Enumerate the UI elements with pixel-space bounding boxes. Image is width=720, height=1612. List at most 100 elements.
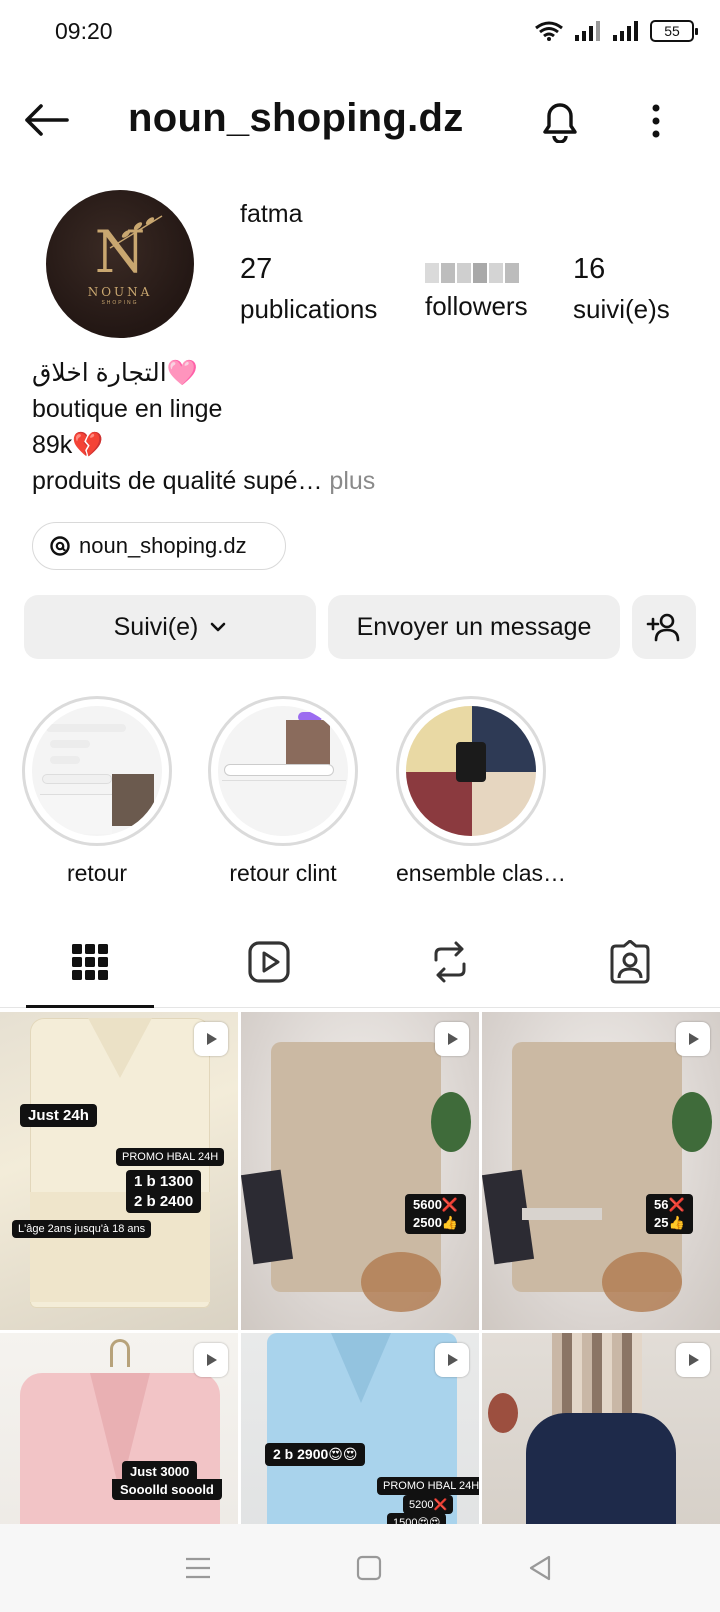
more-options-button[interactable] bbox=[636, 96, 676, 146]
highlight-ring bbox=[22, 696, 172, 846]
signal-icon-2 bbox=[613, 21, 638, 41]
posts-grid: Just 24h PROMO HBAL 24H 1 b 1300 2 b 240… bbox=[0, 1012, 720, 1524]
following-count: 16 bbox=[573, 253, 606, 285]
avatar[interactable]: N NOUNA SHOPING bbox=[46, 190, 194, 338]
reel-badge bbox=[194, 1022, 228, 1056]
reel-badge bbox=[194, 1343, 228, 1377]
reel-play-icon bbox=[448, 1354, 458, 1366]
triangle-back-icon bbox=[529, 1555, 551, 1581]
square-icon bbox=[356, 1555, 382, 1581]
bio-line-4: produits de qualité supé… plus bbox=[32, 463, 375, 499]
status-time: 09:20 bbox=[55, 18, 113, 44]
reel-play-icon bbox=[689, 1354, 699, 1366]
bio-line-3: 89k💔 bbox=[32, 431, 104, 459]
message-button[interactable]: Envoyer un message bbox=[328, 595, 620, 659]
post-caption-tag: Just 24h bbox=[20, 1104, 97, 1127]
repost-icon bbox=[434, 941, 466, 983]
post-caption-tag: Sooolld sooold bbox=[112, 1479, 222, 1500]
highlight-retour-clint[interactable]: retour clint bbox=[208, 696, 358, 887]
stat-posts: 27 publications bbox=[240, 253, 377, 325]
post-caption-tag: 2500👍 bbox=[405, 1212, 467, 1234]
threads-icon bbox=[50, 536, 70, 556]
highlight-ring bbox=[396, 696, 546, 846]
highlight-label: retour bbox=[66, 860, 128, 886]
recent-apps-button[interactable] bbox=[176, 1546, 220, 1590]
post-caption-tag: PROMO HBAL 24H bbox=[377, 1477, 479, 1495]
wifi-icon bbox=[535, 21, 563, 41]
post-caption-tag: 2 b 2900😍😍 bbox=[265, 1443, 366, 1466]
signal-icon bbox=[575, 21, 600, 41]
reel-play-icon bbox=[207, 1033, 217, 1045]
grid-icon bbox=[72, 944, 108, 980]
reel-badge bbox=[676, 1022, 710, 1056]
threads-link[interactable]: noun_shoping.dz bbox=[32, 522, 286, 570]
avatar-brand: NOUNA bbox=[87, 284, 153, 299]
notifications-button[interactable] bbox=[535, 96, 585, 146]
leaf-branch-icon bbox=[109, 215, 163, 249]
post-tile[interactable]: Just 3000 Sooolld sooold bbox=[0, 1333, 238, 1524]
following-button-label: Suivi(e) bbox=[113, 612, 199, 641]
post-caption-tag: L'âge 2ans jusqu'à 18 ans bbox=[12, 1220, 152, 1238]
post-caption-tag: 2 b 2400 bbox=[126, 1190, 202, 1213]
page-title: noun_shoping.dz bbox=[128, 96, 464, 140]
reel-play-icon bbox=[448, 1033, 458, 1045]
post-tile[interactable]: 56❌ 25👍 bbox=[482, 1012, 720, 1330]
posts-count: 27 bbox=[240, 253, 273, 285]
tab-tagged[interactable] bbox=[604, 936, 656, 988]
post-tile[interactable] bbox=[482, 1333, 720, 1524]
post-tile[interactable]: 2 b 2900😍😍 PROMO HBAL 24H 5200❌ 1500😍😍 bbox=[241, 1333, 479, 1524]
followers-count-blurred bbox=[425, 263, 528, 283]
arrow-left-icon bbox=[25, 104, 69, 136]
system-back-button[interactable] bbox=[518, 1546, 562, 1590]
system-nav-bar bbox=[0, 1524, 720, 1612]
add-user-icon bbox=[646, 613, 680, 642]
stat-following[interactable]: 16 suivi(e)s bbox=[573, 253, 670, 325]
highlight-thumbnail-chat bbox=[218, 706, 348, 836]
bio-line-1: التجارة اخلاق🩷 bbox=[32, 359, 198, 387]
chevron-down-icon bbox=[211, 622, 226, 632]
tab-reposts[interactable] bbox=[424, 936, 476, 988]
threads-handle: noun_shoping.dz bbox=[79, 533, 247, 558]
tagged-user-icon bbox=[610, 940, 650, 984]
more-vertical-icon bbox=[652, 104, 660, 138]
tab-posts-grid[interactable] bbox=[64, 936, 116, 988]
post-caption-tag: 1500😍😍 bbox=[387, 1513, 447, 1524]
bio-line-2: boutique en linge bbox=[32, 395, 223, 423]
stat-followers[interactable]: followers bbox=[425, 253, 528, 322]
back-button[interactable] bbox=[20, 98, 72, 142]
highlight-label: retour clint bbox=[229, 860, 337, 886]
bio: التجارة اخلاق🩷 boutique en linge 89k💔 pr… bbox=[32, 355, 375, 499]
post-caption-tag: PROMO HBAL 24H bbox=[116, 1148, 225, 1166]
active-tab-indicator bbox=[26, 1005, 154, 1008]
highlight-retour[interactable]: retour bbox=[22, 696, 172, 887]
highlight-label: ensemble clas… bbox=[396, 860, 567, 886]
message-button-label: Envoyer un message bbox=[356, 612, 592, 641]
reel-badge bbox=[435, 1343, 469, 1377]
suggested-users-button[interactable] bbox=[632, 595, 696, 659]
status-bar: 09:20 55 bbox=[0, 0, 720, 64]
battery-icon: 55 bbox=[650, 20, 698, 42]
tab-reels[interactable] bbox=[243, 936, 295, 988]
menu-icon bbox=[186, 1557, 210, 1579]
home-button[interactable] bbox=[347, 1546, 391, 1590]
battery-level: 55 bbox=[664, 23, 680, 39]
status-icons: 55 bbox=[534, 20, 698, 42]
post-caption-tag: 5200❌ bbox=[403, 1495, 454, 1514]
bio-more-link[interactable]: plus bbox=[322, 467, 375, 495]
reel-play-icon bbox=[689, 1033, 699, 1045]
bio-text: produits de qualité supé… bbox=[32, 467, 323, 495]
header: noun_shoping.dz bbox=[0, 80, 720, 160]
following-button[interactable]: Suivi(e) bbox=[24, 595, 316, 659]
post-tile[interactable]: 5600❌ 2500👍 bbox=[241, 1012, 479, 1330]
avatar-sub: SHOPING bbox=[101, 299, 139, 306]
reel-badge bbox=[676, 1343, 710, 1377]
followers-label: followers bbox=[425, 291, 528, 321]
reel-badge bbox=[435, 1022, 469, 1056]
highlight-thumbnail-chat bbox=[32, 706, 162, 836]
post-tile[interactable]: Just 24h PROMO HBAL 24H 1 b 1300 2 b 240… bbox=[0, 1012, 238, 1330]
bell-icon bbox=[543, 103, 577, 143]
reel-play-icon bbox=[207, 1354, 217, 1366]
profile-tabs bbox=[0, 920, 720, 1008]
posts-label: publications bbox=[240, 294, 378, 324]
highlight-ensemble-classique[interactable]: ensemble clas… bbox=[396, 696, 567, 887]
